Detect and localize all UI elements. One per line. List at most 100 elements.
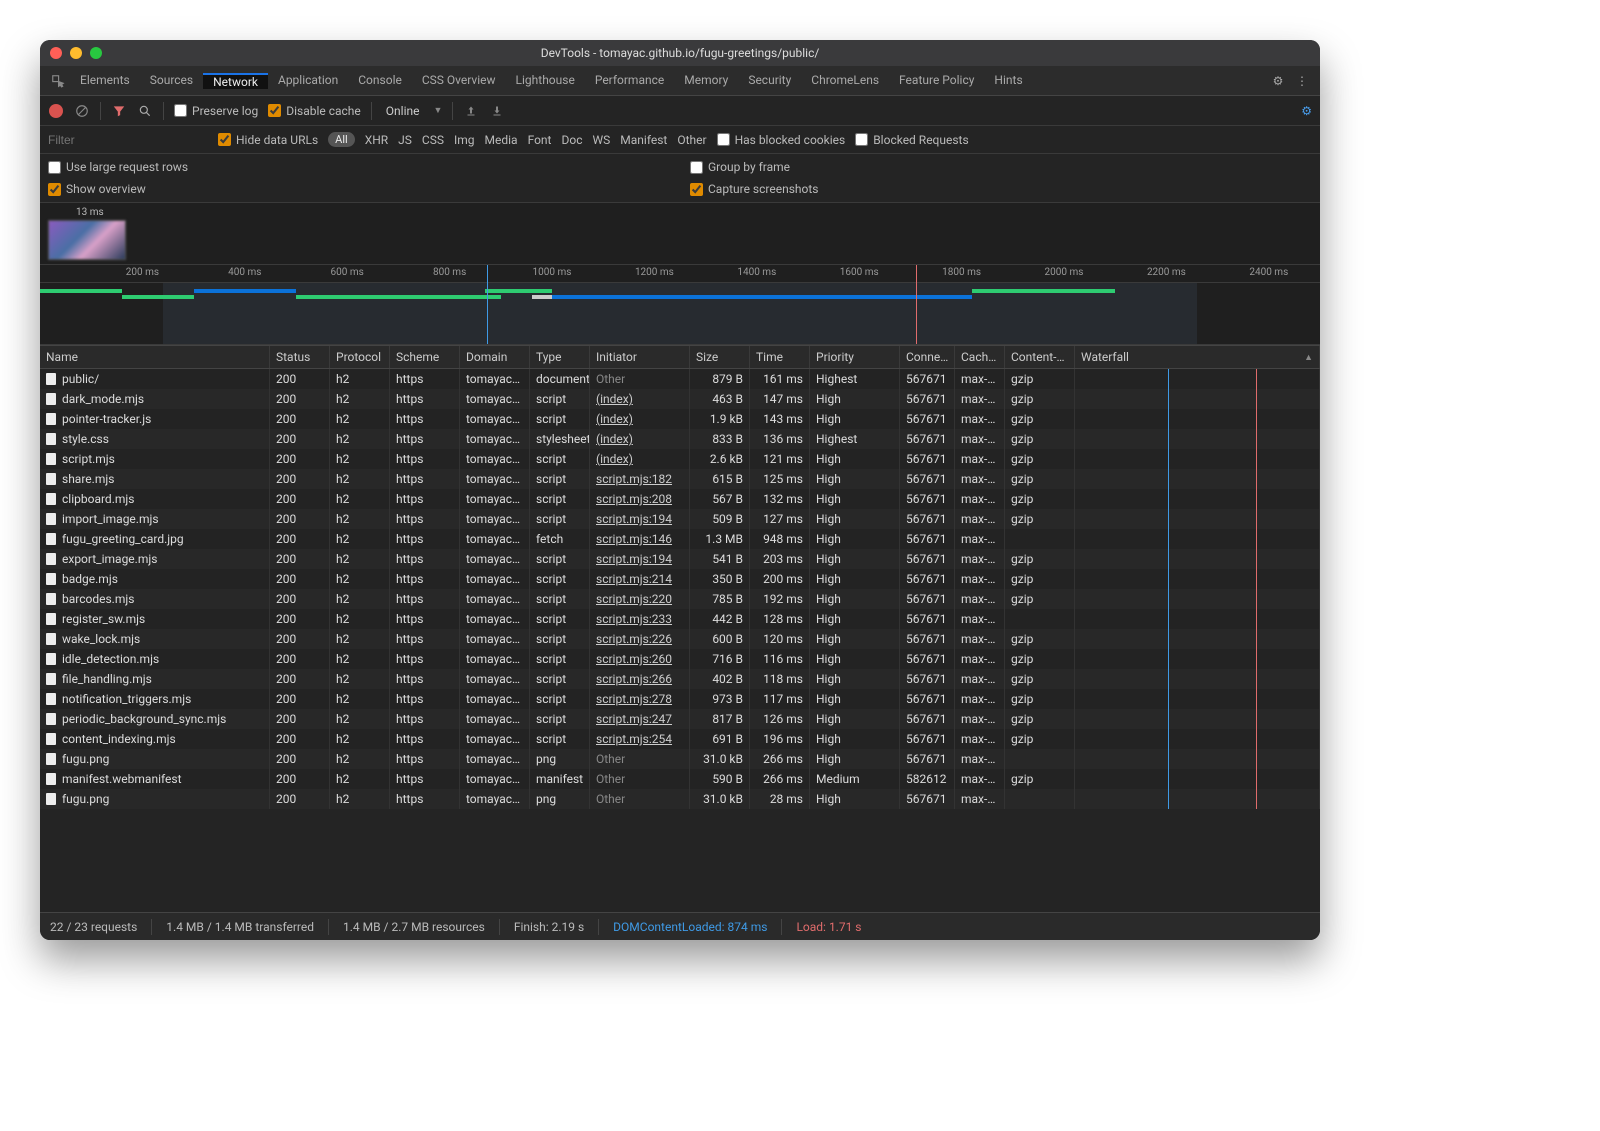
upload-har-icon[interactable]	[463, 103, 479, 119]
minimize-window-button[interactable]	[70, 47, 82, 59]
tab-performance[interactable]: Performance	[585, 73, 674, 87]
blocked-requests-checkbox[interactable]: Blocked Requests	[855, 133, 968, 147]
table-row[interactable]: script.mjs200h2httpstomayac…script(index…	[40, 449, 1320, 469]
table-row[interactable]: style.css200h2httpstomayac…stylesheet(in…	[40, 429, 1320, 449]
table-row[interactable]: wake_lock.mjs200h2httpstomayac…scriptscr…	[40, 629, 1320, 649]
settings-icon[interactable]: ⚙	[1266, 74, 1290, 88]
table-row[interactable]: content_indexing.mjs200h2httpstomayac…sc…	[40, 729, 1320, 749]
cell-initiator[interactable]: script.mjs:278	[590, 689, 690, 709]
inspect-element-icon[interactable]	[46, 74, 70, 88]
cell-initiator[interactable]: script.mjs:226	[590, 629, 690, 649]
filter-icon[interactable]	[111, 103, 127, 119]
table-row[interactable]: barcodes.mjs200h2httpstomayac…scriptscri…	[40, 589, 1320, 609]
filmstrip-thumbnail[interactable]	[48, 220, 126, 260]
type-filter-other[interactable]: Other	[677, 133, 706, 147]
cell-initiator[interactable]: script.mjs:254	[590, 729, 690, 749]
type-filter-media[interactable]: Media	[485, 133, 518, 147]
column-header-status[interactable]: Status	[270, 346, 330, 368]
tab-css-overview[interactable]: CSS Overview	[412, 73, 506, 87]
preserve-log-checkbox[interactable]: Preserve log	[174, 104, 258, 118]
hide-data-urls-checkbox[interactable]: Hide data URLs	[218, 133, 318, 147]
column-header-cach-[interactable]: Cach…	[955, 346, 1005, 368]
cell-initiator[interactable]: (index)	[590, 449, 690, 469]
cell-initiator[interactable]: (index)	[590, 409, 690, 429]
cell-initiator[interactable]: script.mjs:214	[590, 569, 690, 589]
table-row[interactable]: import_image.mjs200h2httpstomayac…script…	[40, 509, 1320, 529]
table-row[interactable]: dark_mode.mjs200h2httpstomayac…script(in…	[40, 389, 1320, 409]
column-header-initiator[interactable]: Initiator	[590, 346, 690, 368]
tab-memory[interactable]: Memory	[674, 73, 738, 87]
table-row[interactable]: fugu_greeting_card.jpg200h2httpstomayac……	[40, 529, 1320, 549]
group-by-frame-checkbox[interactable]: Group by frame	[690, 158, 1312, 176]
type-filter-js[interactable]: JS	[398, 133, 412, 147]
zoom-window-button[interactable]	[90, 47, 102, 59]
type-filter-all[interactable]: All	[328, 132, 355, 147]
table-row[interactable]: notification_triggers.mjs200h2httpstomay…	[40, 689, 1320, 709]
column-header-protocol[interactable]: Protocol	[330, 346, 390, 368]
cell-initiator[interactable]: script.mjs:194	[590, 549, 690, 569]
table-row[interactable]: register_sw.mjs200h2httpstomayac…scripts…	[40, 609, 1320, 629]
cell-initiator[interactable]: script.mjs:220	[590, 589, 690, 609]
type-filter-xhr[interactable]: XHR	[365, 133, 388, 147]
close-window-button[interactable]	[50, 47, 62, 59]
timeline-overview[interactable]: 200 ms400 ms600 ms800 ms1000 ms1200 ms14…	[40, 265, 1320, 345]
throttling-select[interactable]: Online	[382, 104, 424, 118]
table-row[interactable]: export_image.mjs200h2httpstomayac…script…	[40, 549, 1320, 569]
clear-button[interactable]	[74, 103, 90, 119]
cell-initiator[interactable]: script.mjs:208	[590, 489, 690, 509]
column-header-priority[interactable]: Priority	[810, 346, 900, 368]
table-row[interactable]: manifest.webmanifest200h2httpstomayac…ma…	[40, 769, 1320, 789]
column-header-waterfall[interactable]: Waterfall▲	[1075, 346, 1320, 368]
tab-security[interactable]: Security	[738, 73, 801, 87]
type-filter-css[interactable]: CSS	[422, 133, 444, 147]
disable-cache-checkbox[interactable]: Disable cache	[268, 104, 361, 118]
show-overview-checkbox[interactable]: Show overview	[48, 180, 670, 198]
column-header-scheme[interactable]: Scheme	[390, 346, 460, 368]
table-row[interactable]: periodic_background_sync.mjs200h2httpsto…	[40, 709, 1320, 729]
record-button[interactable]	[48, 103, 64, 119]
cell-initiator[interactable]: script.mjs:247	[590, 709, 690, 729]
search-icon[interactable]	[137, 103, 153, 119]
tab-sources[interactable]: Sources	[140, 73, 203, 87]
table-row[interactable]: clipboard.mjs200h2httpstomayac…scriptscr…	[40, 489, 1320, 509]
cell-initiator[interactable]: (index)	[590, 389, 690, 409]
cell-initiator[interactable]: (index)	[590, 429, 690, 449]
column-header-content-[interactable]: Content-…	[1005, 346, 1075, 368]
tab-elements[interactable]: Elements	[70, 73, 140, 87]
capture-screenshots-checkbox[interactable]: Capture screenshots	[690, 180, 1312, 198]
type-filter-font[interactable]: Font	[528, 133, 552, 147]
column-header-time[interactable]: Time	[750, 346, 810, 368]
type-filter-img[interactable]: Img	[454, 133, 475, 147]
table-row[interactable]: pointer-tracker.js200h2httpstomayac…scri…	[40, 409, 1320, 429]
tab-network[interactable]: Network	[203, 73, 268, 89]
cell-initiator[interactable]: script.mjs:260	[590, 649, 690, 669]
tab-lighthouse[interactable]: Lighthouse	[506, 73, 585, 87]
cell-initiator[interactable]: script.mjs:233	[590, 609, 690, 629]
cell-initiator[interactable]: script.mjs:146	[590, 529, 690, 549]
type-filter-doc[interactable]: Doc	[561, 133, 582, 147]
table-row[interactable]: fugu.png200h2httpstomayac…pngOther31.0 k…	[40, 749, 1320, 769]
column-header-domain[interactable]: Domain	[460, 346, 530, 368]
tab-feature-policy[interactable]: Feature Policy	[889, 73, 984, 87]
cell-initiator[interactable]: script.mjs:182	[590, 469, 690, 489]
tab-hints[interactable]: Hints	[984, 73, 1032, 87]
type-filter-manifest[interactable]: Manifest	[620, 133, 667, 147]
tab-application[interactable]: Application	[268, 73, 348, 87]
table-row[interactable]: public/200h2httpstomayac…documentOther87…	[40, 369, 1320, 389]
column-header-type[interactable]: Type	[530, 346, 590, 368]
column-header-size[interactable]: Size	[690, 346, 750, 368]
large-rows-checkbox[interactable]: Use large request rows	[48, 158, 670, 176]
has-blocked-cookies-checkbox[interactable]: Has blocked cookies	[717, 133, 846, 147]
table-row[interactable]: idle_detection.mjs200h2httpstomayac…scri…	[40, 649, 1320, 669]
type-filter-ws[interactable]: WS	[592, 133, 610, 147]
download-har-icon[interactable]	[489, 103, 505, 119]
table-row[interactable]: file_handling.mjs200h2httpstomayac…scrip…	[40, 669, 1320, 689]
filter-input[interactable]	[48, 133, 208, 147]
table-row[interactable]: fugu.png200h2httpstomayac…pngOther31.0 k…	[40, 789, 1320, 809]
network-settings-icon[interactable]: ⚙	[1301, 104, 1312, 118]
cell-initiator[interactable]: script.mjs:194	[590, 509, 690, 529]
more-icon[interactable]: ⋮	[1290, 74, 1314, 88]
tab-console[interactable]: Console	[348, 73, 412, 87]
tab-chromelens[interactable]: ChromeLens	[801, 73, 889, 87]
table-row[interactable]: badge.mjs200h2httpstomayac…scriptscript.…	[40, 569, 1320, 589]
